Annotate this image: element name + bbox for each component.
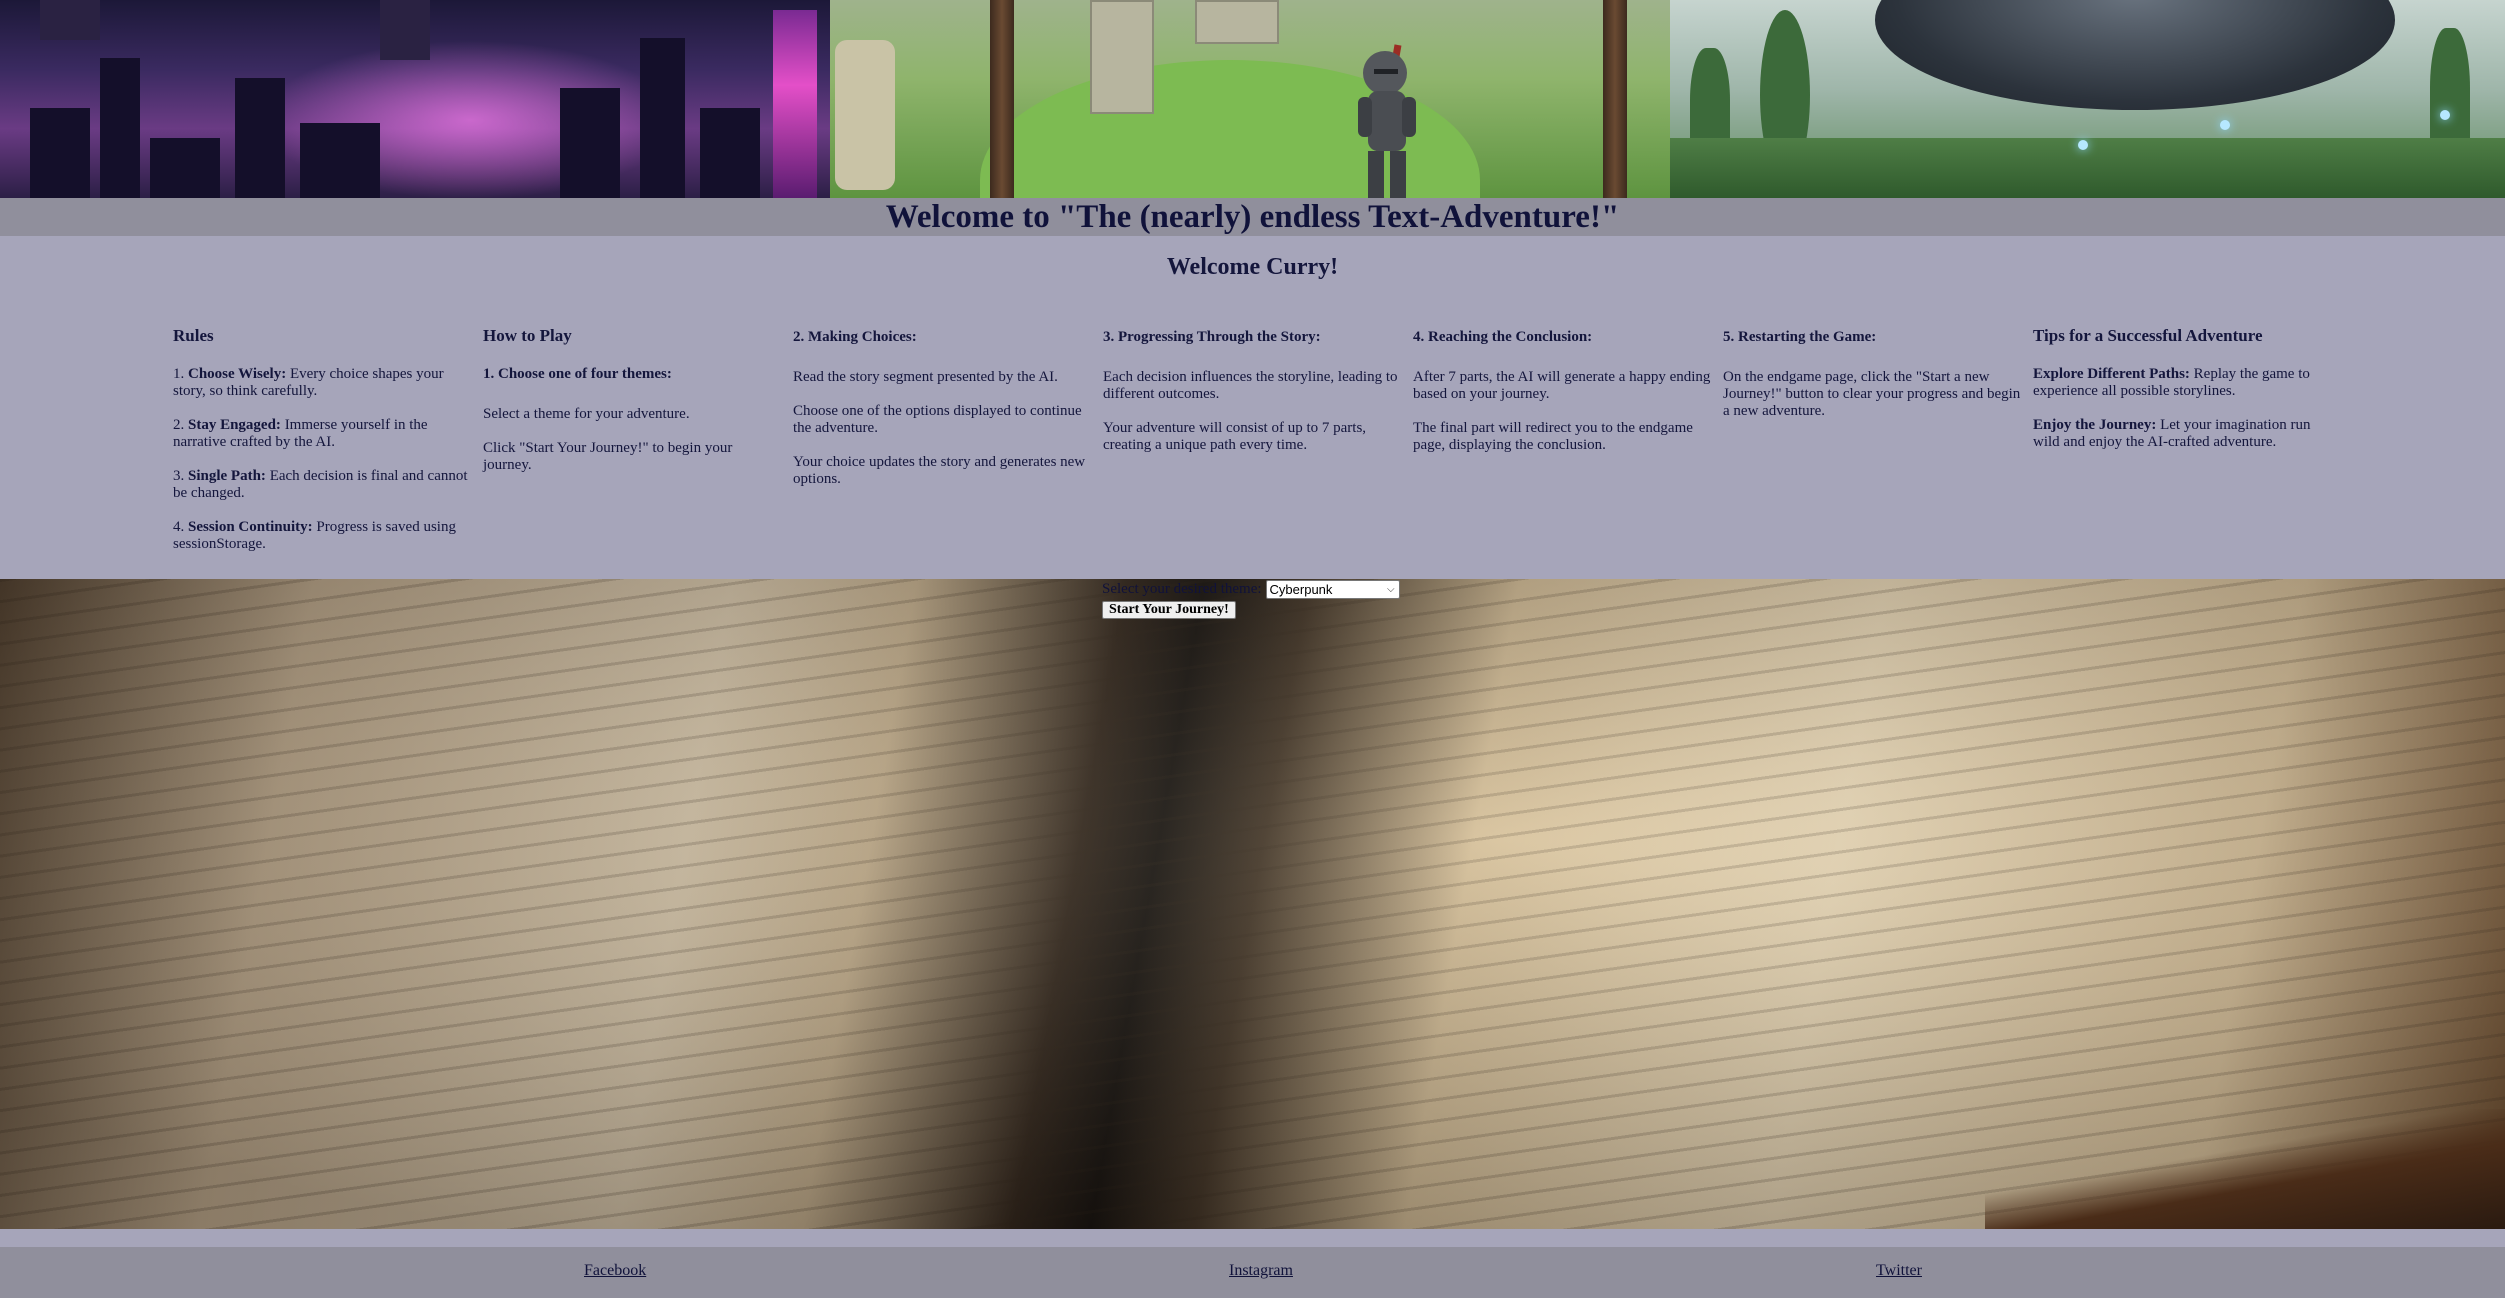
conclusion-column: 4. Reaching the Conclusion: After 7 part… [1413,329,1711,471]
conclusion-text: After 7 parts, the AI will generate a ha… [1413,369,1711,402]
rule-item: 3. Single Path: Each decision is final a… [173,468,468,501]
tips-heading: Tips for a Successful Adventure [2033,326,2263,345]
rule-item: 4. Session Continuity: Progress is saved… [173,519,456,552]
header-banner [0,0,2505,198]
how-to-play-text: Select a theme for your adventure. [483,406,690,422]
making-choices-text: Choose one of the options displayed to c… [793,403,1082,436]
progressing-text: Each decision influences the storyline, … [1103,369,1398,402]
conclusion-heading: 4. Reaching the Conclusion: [1413,329,1593,345]
rule-item: 2. Stay Engaged: Immerse yourself in the… [173,417,428,450]
progressing-heading: 3. Progressing Through the Story: [1103,329,1321,345]
welcome-message: Welcome Curry! [1166,254,1339,280]
footer: Facebook Instagram Twitter [0,1247,2505,1298]
chevron-down-icon: ⌵ [1386,583,1395,595]
rules-heading: Rules [173,326,214,345]
how-to-play-column: How to Play 1. Choose one of four themes… [483,326,781,491]
rules-column: Rules 1. Choose Wisely: Every choice sha… [173,326,471,570]
theme-select[interactable]: Cyberpunk ⌵ [1265,579,1400,599]
tips-column: Tips for a Successful Adventure Explore … [2033,326,2331,468]
info-section: Welcome Curry! Rules 1. Choose Wisely: E… [0,236,2505,579]
banner-image-scifi [1670,0,2505,198]
neon-sign [773,10,817,198]
banner-image-cyberpunk-city [0,0,830,198]
making-choices-column: 2. Making Choices: Read the story segmen… [793,329,1091,505]
progressing-column: 3. Progressing Through the Story: Each d… [1103,329,1401,471]
conclusion-text: The final part will redirect you to the … [1413,420,1693,453]
making-choices-text: Read the story segment presented by the … [793,369,1058,385]
progressing-text: Your adventure will consist of up to 7 p… [1103,420,1367,453]
how-to-play-subheading: 1. Choose one of four themes: [483,366,672,382]
restarting-column: 5. Restarting the Game: On the endgame p… [1723,329,2021,437]
how-to-play-heading: How to Play [483,326,572,345]
tip-item: Explore Different Paths: Replay the game… [2033,366,2310,399]
start-journey-button[interactable]: Start Your Journey! [1102,601,1236,619]
open-book-background [0,579,2505,1229]
spaceship [1875,0,2395,110]
page-title: Welcome to "The (nearly) endless Text-Ad… [885,199,1620,235]
making-choices-text: Your choice updates the story and genera… [793,454,1086,487]
footer-link-instagram[interactable]: Instagram [1229,1262,1293,1280]
footer-link-twitter[interactable]: Twitter [1876,1262,1922,1280]
restarting-heading: 5. Restarting the Game: [1723,329,1877,345]
title-bar: Welcome to "The (nearly) endless Text-Ad… [0,198,2505,236]
footer-spacer [0,1229,2505,1247]
banner-image-fantasy [830,0,1670,198]
theme-form: Select your desired theme: Cyberpunk ⌵ S… [1102,579,1400,619]
tip-item: Enjoy the Journey: Let your imagination … [2033,417,2311,450]
making-choices-heading: 2. Making Choices: [793,329,917,345]
theme-label: Select your desired theme: [1102,581,1262,597]
restarting-text: On the endgame page, click the "Start a … [1723,369,2021,419]
rule-item: 1. Choose Wisely: Every choice shapes yo… [173,366,444,399]
footer-link-facebook[interactable]: Facebook [584,1262,646,1280]
theme-select-value: Cyberpunk [1269,581,1333,597]
how-to-play-text: Click "Start Your Journey!" to begin you… [483,440,733,473]
knight-figure [1358,44,1416,198]
